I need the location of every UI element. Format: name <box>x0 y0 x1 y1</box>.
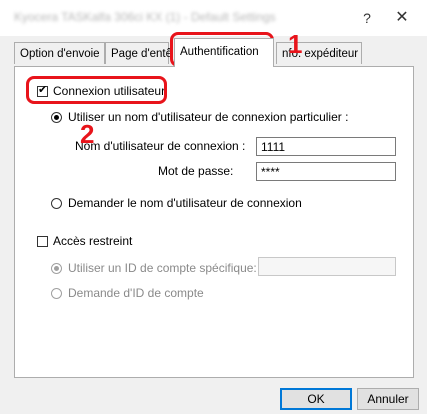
specific-id-label: Utiliser un ID de compte spécifique: <box>68 261 257 275</box>
help-icon[interactable]: ? <box>357 8 377 28</box>
password-input[interactable] <box>256 162 396 181</box>
step-number-2: 2 <box>80 119 95 149</box>
close-icon[interactable]: ✕ <box>392 8 412 28</box>
title-bar: Kyocera TASKalfa 306ci KX (1) - Default … <box>0 0 427 36</box>
callout-user-login <box>26 76 167 104</box>
username-input[interactable] <box>256 137 396 156</box>
window-title: Kyocera TASKalfa 306ci KX (1) - Default … <box>14 10 276 24</box>
username-label: Nom d'utilisateur de connexion : <box>75 139 246 153</box>
specific-login-radio[interactable] <box>51 112 62 123</box>
ask-id-label: Demande d'ID de compte <box>68 286 204 300</box>
tab-authentification[interactable]: Authentification <box>174 38 274 67</box>
tab-page-entete[interactable]: Page d'entê <box>105 42 172 64</box>
settings-dialog: Kyocera TASKalfa 306ci KX (1) - Default … <box>0 0 427 414</box>
account-id-input[interactable] <box>258 257 396 276</box>
password-label: Mot de passe: <box>158 164 234 178</box>
ok-button[interactable]: OK <box>280 388 352 410</box>
step-number-1: 1 <box>288 29 303 59</box>
cancel-button[interactable]: Annuler <box>357 388 419 410</box>
ask-login-label: Demander le nom d'utilisateur de connexi… <box>68 196 302 210</box>
tab-option-envoi[interactable]: Option d'envoie <box>14 42 105 64</box>
restricted-access-checkbox[interactable] <box>37 236 48 247</box>
restricted-access-label: Accès restreint <box>53 234 133 248</box>
ask-id-radio[interactable] <box>51 288 62 299</box>
specific-login-label: Utiliser un nom d'utilisateur de connexi… <box>68 110 349 124</box>
tab-strip: Option d'envoie Page d'entê Authentifica… <box>14 38 414 68</box>
ask-login-radio[interactable] <box>51 198 62 209</box>
specific-id-radio[interactable] <box>51 263 62 274</box>
